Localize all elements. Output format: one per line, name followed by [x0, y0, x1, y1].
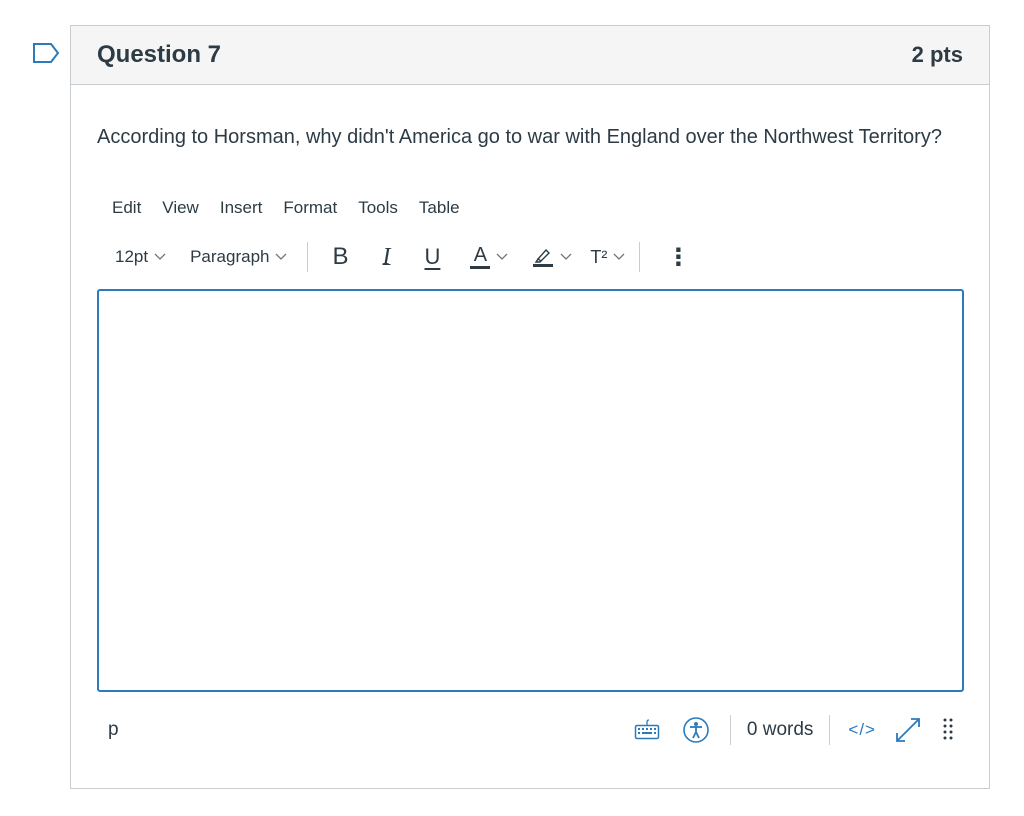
statusbar-divider [829, 715, 831, 745]
resize-handle-icon[interactable] [942, 717, 954, 743]
html-editor-toggle[interactable]: </> [848, 720, 876, 740]
underline-button[interactable]: U [425, 244, 441, 270]
highlighter-icon [533, 248, 554, 267]
block-format-value: Paragraph [190, 247, 270, 266]
chevron-down-icon [496, 253, 508, 260]
text-color-button[interactable]: A [470, 245, 508, 269]
keyboard-shortcuts-icon[interactable] [634, 718, 660, 742]
editor-toolbar: 12pt Paragraph B I U A T² ⋮ [115, 238, 690, 276]
toolbar-divider [639, 242, 641, 272]
editor-menubar: Edit View Insert Format Tools Table [112, 198, 481, 218]
chevron-down-icon [560, 253, 572, 260]
menu-tools[interactable]: Tools [358, 198, 398, 218]
chevron-down-icon [154, 253, 166, 260]
question-card: Question 7 2 pts According to Horsman, w… [70, 25, 990, 789]
question-title: Question 7 [97, 41, 222, 68]
statusbar-actions: 0 words </> [634, 715, 964, 745]
menu-table[interactable]: Table [419, 198, 460, 218]
highlight-color-button[interactable] [532, 246, 572, 268]
menu-format[interactable]: Format [283, 198, 337, 218]
superscript-button[interactable]: T² [590, 247, 625, 268]
accessibility-checker-icon[interactable] [682, 716, 710, 744]
menu-view[interactable]: View [162, 198, 199, 218]
question-text: According to Horsman, why didn't America… [97, 126, 942, 148]
rich-text-editor-area[interactable] [97, 289, 964, 692]
menu-insert[interactable]: Insert [220, 198, 263, 218]
toolbar-divider [307, 242, 309, 272]
italic-button[interactable]: I [383, 244, 391, 271]
font-size-select[interactable]: 12pt [115, 247, 166, 267]
more-options-button[interactable]: ⋮ [666, 243, 690, 272]
editor-statusbar: p 0 words </> [97, 710, 964, 750]
bold-button[interactable]: B [332, 243, 348, 271]
block-format-select[interactable]: Paragraph [190, 247, 287, 267]
font-size-value: 12pt [115, 247, 149, 266]
statusbar-divider [729, 715, 731, 745]
question-header: Question 7 2 pts [71, 26, 989, 85]
flag-question-icon[interactable] [32, 42, 60, 64]
menu-edit[interactable]: Edit [112, 198, 141, 218]
superscript-icon: T² [590, 246, 608, 267]
text-color-icon: A [470, 245, 491, 269]
chevron-down-icon [613, 253, 625, 260]
chevron-down-icon [276, 253, 287, 260]
fullscreen-icon[interactable] [894, 716, 922, 744]
question-points: 2 pts [911, 42, 963, 67]
word-count[interactable]: 0 words [747, 719, 814, 741]
element-path[interactable]: p [108, 719, 119, 741]
